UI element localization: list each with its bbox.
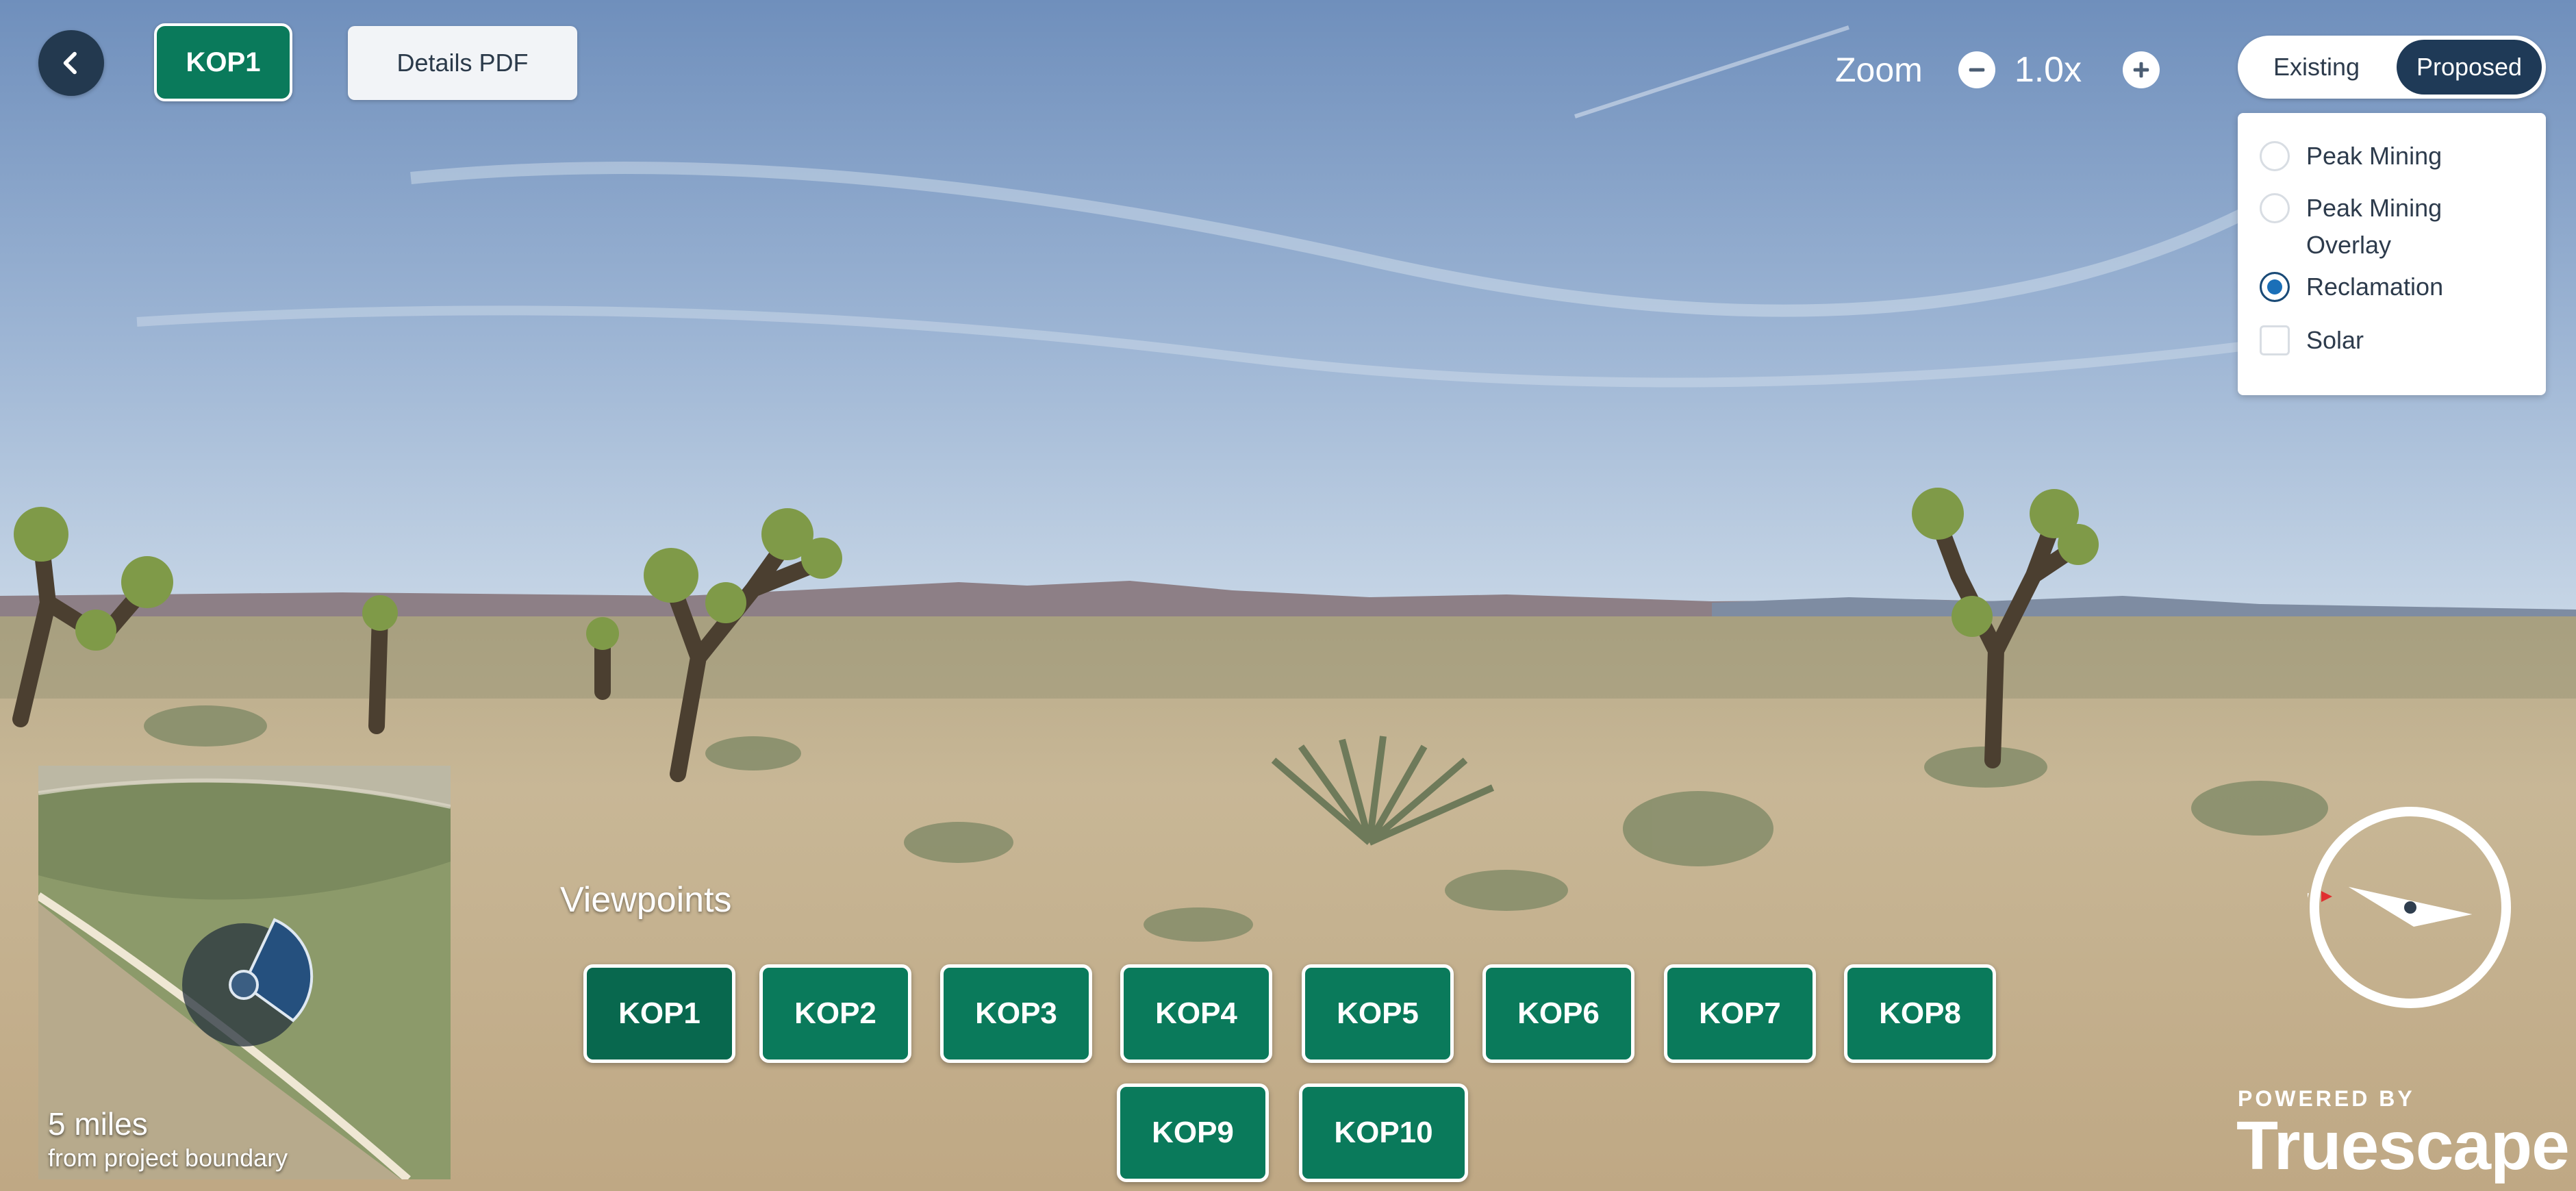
minus-icon [1969,68,1985,72]
viewpoints-title: Viewpoints [560,880,732,920]
viewpoint-kop7-button[interactable]: KOP7 [1664,964,1816,1063]
compass-icon[interactable]: N [2282,805,2513,1010]
minimap-distance: 5 miles [48,1106,148,1142]
zoom-control: Zoom 1.0x [1835,45,2160,95]
existing-option[interactable]: Existing [2238,36,2395,99]
minimap[interactable]: 5 miles from project boundary [38,766,451,1179]
viewpoint-kop2-button[interactable]: KOP2 [759,964,911,1063]
current-viewpoint-button[interactable]: KOP1 [154,23,292,101]
zoom-in-button[interactable] [2123,51,2160,88]
viewpoint-kop9-button[interactable]: KOP9 [1117,1083,1269,1182]
option-label: Reclamation [2306,273,2444,301]
chevron-left-icon [63,51,77,75]
plus-icon [2133,62,2149,78]
option-peak-mining[interactable]: Peak Mining [2260,141,2525,175]
zoom-out-button[interactable] [1958,51,1995,88]
radio-button[interactable] [2260,193,2290,223]
minimap-distance-caption: from project boundary [48,1144,288,1172]
zoom-value: 1.0x [2014,50,2082,90]
proposed-option[interactable]: Proposed [2397,40,2542,95]
checkbox[interactable] [2260,325,2290,355]
back-button[interactable] [38,30,104,96]
viewpoint-kop1-button[interactable]: KOP1 [583,964,735,1063]
option-solar[interactable]: Solar [2260,325,2525,359]
zoom-label: Zoom [1835,51,1923,89]
viewpoint-kop6-button[interactable]: KOP6 [1482,964,1634,1063]
truescape-logo: Truescape [2236,1107,2570,1184]
layer-options-panel: Peak Mining Peak Mining Overlay Reclamat… [2238,113,2546,395]
radio-button[interactable] [2260,141,2290,171]
existing-proposed-toggle: Existing Proposed [2238,36,2546,99]
viewpoint-kop10-button[interactable]: KOP10 [1299,1083,1468,1182]
viewpoint-kop4-button[interactable]: KOP4 [1120,964,1272,1063]
option-label: Peak Mining Overlay [2306,194,2442,259]
viewpoint-kop8-button[interactable]: KOP8 [1844,964,1996,1063]
option-label: Peak Mining [2306,142,2442,170]
option-reclamation[interactable]: Reclamation [2260,272,2525,305]
radio-button-selected[interactable] [2260,272,2290,302]
viewpoint-kop5-button[interactable]: KOP5 [1302,964,1454,1063]
option-label: Solar [2306,326,2364,354]
option-peak-mining-overlay[interactable]: Peak Mining Overlay [2260,193,2525,264]
details-pdf-button[interactable]: Details PDF [348,26,577,100]
viewpoint-kop3-button[interactable]: KOP3 [940,964,1092,1063]
